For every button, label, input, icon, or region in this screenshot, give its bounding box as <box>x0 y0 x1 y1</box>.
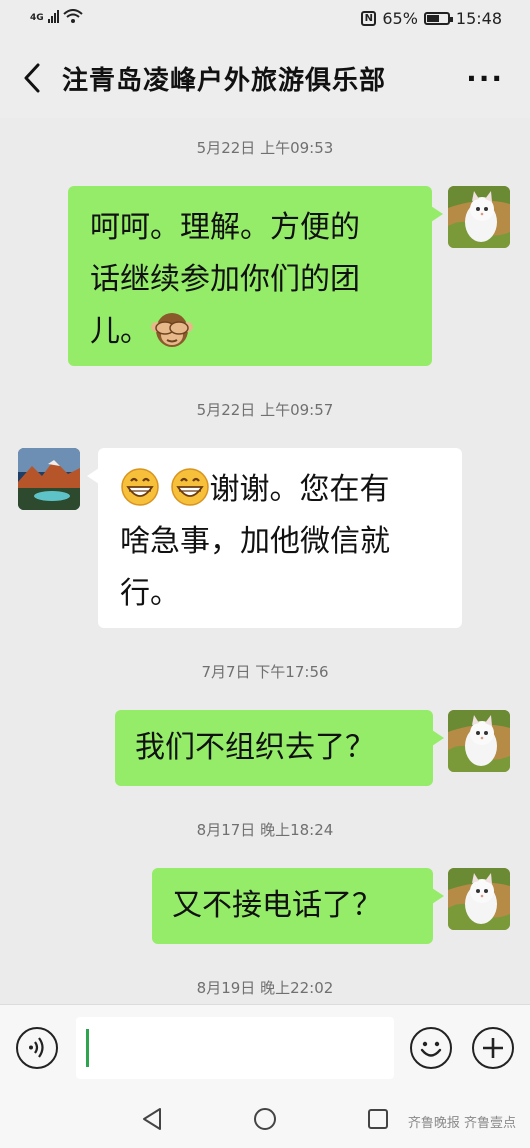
battery-fill <box>426 15 439 22</box>
message-line: 行。 <box>120 576 180 611</box>
my-avatar[interactable] <box>448 868 510 930</box>
grin-emoji-icon <box>170 468 209 506</box>
status-bar: 4G N 65% 15:48 <box>0 0 530 40</box>
message-line: 我们不组织去了？ <box>135 730 375 765</box>
message-line: 啥急事，加他微信就 <box>120 524 390 559</box>
wifi-icon <box>62 9 83 23</box>
timestamp: 7月7日 下午17:56 <box>201 663 329 681</box>
nav-recent-icon[interactable] <box>366 1107 390 1131</box>
timestamp: 5月22日 上午09:53 <box>196 139 334 157</box>
my-avatar[interactable] <box>448 710 510 772</box>
message-bubble-received[interactable]: 谢谢。您在有 啥急事，加他微信就 行。 <box>87 448 462 628</box>
message-line: 儿。 <box>90 314 150 349</box>
landscape-avatar-icon <box>18 448 80 510</box>
status-right: N 65% 15:48 <box>361 9 502 28</box>
back-button[interactable] <box>18 60 48 96</box>
timestamp: 5月22日 上午09:57 <box>196 401 334 419</box>
signal-area: 4G <box>30 9 83 23</box>
input-bar <box>0 1004 530 1091</box>
emoji-button[interactable] <box>410 1027 452 1069</box>
message-line-with-emoji: 谢谢。您在有 <box>120 464 444 516</box>
watermark: 齐鲁晚报 齐鲁壹点 <box>407 1116 516 1131</box>
kitten-avatar-icon <box>448 186 510 248</box>
network-type: 4G <box>30 13 44 23</box>
message-line: 话继续参加你们的团 <box>90 262 360 297</box>
kitten-avatar-icon <box>448 710 510 772</box>
plus-icon <box>483 1038 503 1058</box>
battery-icon <box>423 12 453 25</box>
grin-emoji-icon <box>121 468 159 506</box>
kitten-avatar-icon <box>448 868 510 930</box>
voice-button[interactable] <box>16 1027 58 1069</box>
text-caret <box>86 1029 89 1067</box>
plus-button[interactable] <box>472 1027 514 1069</box>
chat-header: 注青岛凌峰户外旅游俱乐部 ··· <box>0 40 530 118</box>
battery-percent: 65% <box>382 9 418 28</box>
timestamp: 8月17日 晚上18:24 <box>196 821 334 839</box>
timestamp: 8月19日 晚上22:02 <box>196 979 334 997</box>
clock: 15:48 <box>455 9 502 28</box>
message-input[interactable] <box>76 1017 394 1079</box>
nav-back-icon[interactable] <box>140 1106 164 1132</box>
chat-title: 注青岛凌峰户外旅游俱乐部 <box>62 66 387 96</box>
nav-home-icon[interactable] <box>252 1106 278 1132</box>
message-line: 谢谢。您在有 <box>209 472 390 507</box>
message-line: 又不接电话了？ <box>172 888 382 923</box>
nfc-icon: N <box>361 11 377 26</box>
contact-avatar[interactable] <box>18 448 80 510</box>
more-button[interactable]: ··· <box>466 62 504 95</box>
message-line: 呵呵。理解。方便的 <box>90 210 360 245</box>
my-avatar[interactable] <box>448 186 510 248</box>
emoji-icon <box>420 1041 442 1057</box>
voice-icon <box>29 1037 44 1058</box>
signal-icon <box>47 9 59 23</box>
see-no-evil-monkey-icon <box>151 313 193 347</box>
message-bubble-sent[interactable]: 又不接电话了？ <box>152 868 444 944</box>
message-bubble-sent[interactable]: 我们不组织去了？ <box>115 710 444 786</box>
chevron-left-icon <box>24 63 40 93</box>
message-line-with-emoji: 儿。 <box>90 306 412 358</box>
message-bubble-sent[interactable]: 呵呵。理解。方便的 话继续参加你们的团 儿。 <box>68 186 443 366</box>
